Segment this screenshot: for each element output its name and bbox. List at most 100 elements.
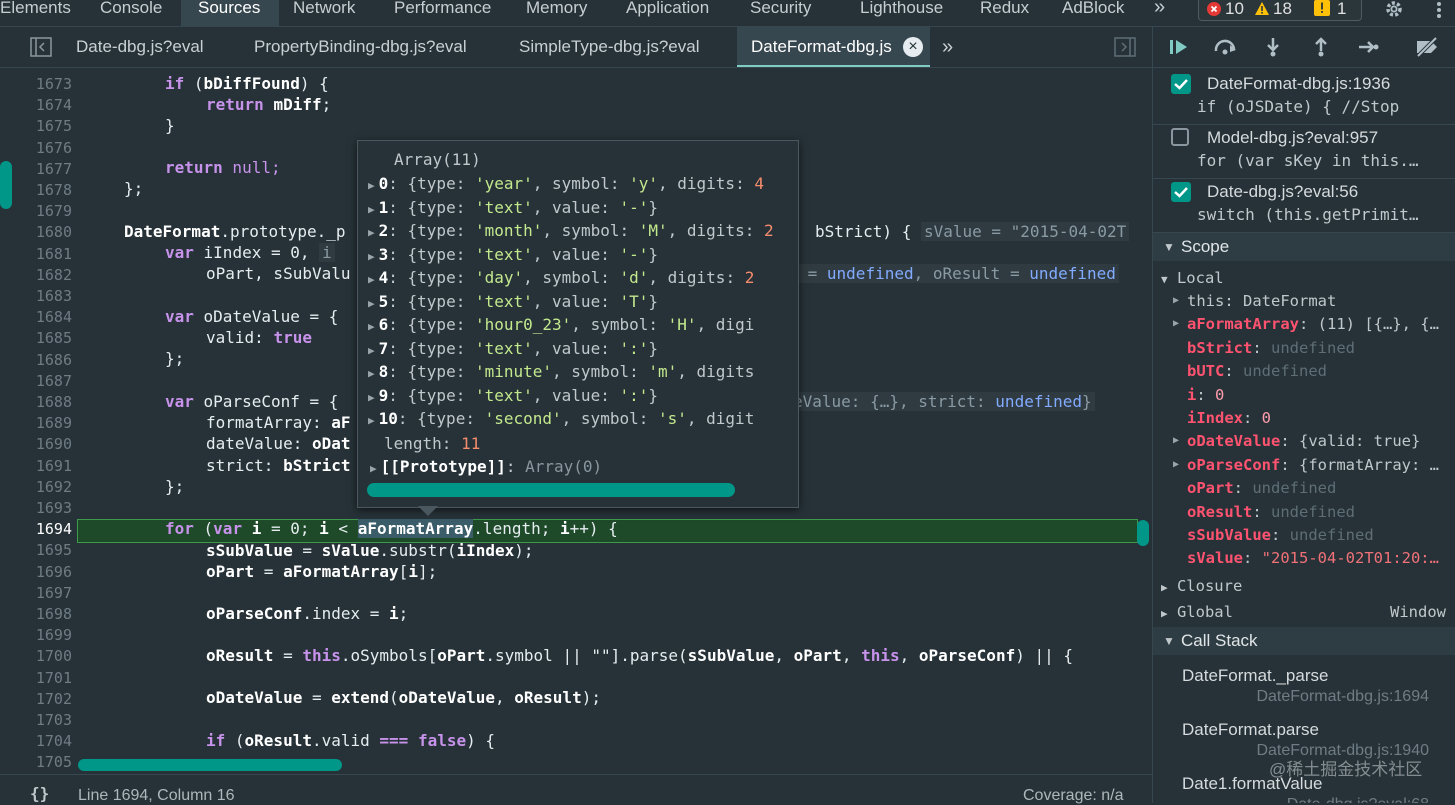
scope-variable-row[interactable]: ▶ oParseConf: {formatArray: …	[1173, 456, 1439, 474]
toggle-debugger-sidebar-icon[interactable]	[1114, 37, 1136, 62]
tab-elements[interactable]: Elements	[0, 0, 86, 26]
file-tab-propertybinding[interactable]: PropertyBinding-dbg.js?eval	[254, 27, 467, 67]
line-number[interactable]: 1691	[0, 457, 72, 475]
line-number[interactable]: 1681	[0, 245, 72, 263]
resume-icon[interactable]	[1169, 38, 1189, 61]
tab-lighthouse[interactable]: Lighthouse	[860, 0, 954, 26]
more-file-tabs-button[interactable]: »	[942, 27, 953, 67]
scope-local-header[interactable]: ▼ Local	[1161, 269, 1224, 287]
horizontal-scrollbar-thumb[interactable]	[78, 759, 342, 771]
scope-global-header[interactable]: ▶ Global	[1161, 603, 1233, 621]
callstack-section-header[interactable]: ▼ Call Stack	[1153, 627, 1455, 655]
tab-network[interactable]: Network	[293, 0, 373, 26]
line-number[interactable]: 1705	[0, 753, 72, 771]
line-number[interactable]: 1689	[0, 414, 72, 432]
line-number[interactable]: 1692	[0, 478, 72, 496]
array-entry-row[interactable]: ▶ 8: {type: 'minute', symbol: 'm', digits	[368, 362, 754, 381]
file-tab-date-dbg[interactable]: Date-dbg.js?eval	[76, 27, 204, 67]
pretty-print-braces-icon[interactable]: {}	[30, 784, 49, 803]
checkbox-checked-icon[interactable]	[1171, 74, 1191, 94]
file-tab-dateformat[interactable]: DateFormat-dbg.js ×	[737, 27, 930, 67]
array-entry-row[interactable]: ▶ 4: {type: 'day', symbol: 'd', digits: 2	[368, 268, 754, 287]
deactivate-breakpoints-icon[interactable]	[1413, 36, 1441, 62]
array-entry-row[interactable]: ▶ 2: {type: 'month', symbol: 'M', digits:…	[368, 221, 774, 240]
breakpoint-item[interactable]: Model-dbg.js?eval:957 for (var sKey in th…	[1153, 124, 1455, 179]
step-into-icon[interactable]	[1265, 37, 1281, 62]
more-tabs-button[interactable]: »	[1154, 0, 1172, 26]
scope-section-header[interactable]: ▼ Scope	[1153, 233, 1455, 261]
tab-redux[interactable]: Redux	[980, 0, 1032, 26]
line-number[interactable]: 1704	[0, 732, 72, 750]
scope-variable-row[interactable]: ▶ this: DateFormat	[1173, 292, 1336, 310]
line-number[interactable]: 1676	[0, 139, 72, 157]
line-number[interactable]: 1688	[0, 393, 72, 411]
array-entry-row[interactable]: ▶ 5: {type: 'text', value: 'T'}	[368, 292, 658, 311]
line-number[interactable]: 1699	[0, 626, 72, 644]
tab-sources[interactable]: Sources	[181, 0, 279, 26]
array-entry-row[interactable]: ▶ 0: {type: 'year', symbol: 'y', digits: …	[368, 174, 764, 193]
tab-security[interactable]: Security	[750, 0, 820, 26]
scope-variable-row[interactable]: i: 0	[1175, 386, 1224, 404]
scope-variable-row[interactable]: oPart: undefined	[1175, 479, 1336, 497]
settings-gear-icon[interactable]	[1383, 0, 1405, 25]
scope-variable-row[interactable]: oResult: undefined	[1175, 503, 1355, 521]
scope-variable-row[interactable]: bStrict: undefined	[1175, 339, 1355, 357]
vertical-scrollbar-thumb[interactable]	[1137, 520, 1149, 546]
scope-variable-row[interactable]: ▶ aFormatArray: (11) [{…}, {…	[1173, 315, 1439, 333]
array-entry-row[interactable]: ▶ 1: {type: 'text', value: '-'}	[368, 198, 658, 217]
prototype-row[interactable]: ▶ [[Prototype]]: Array(0)	[370, 457, 602, 476]
line-number[interactable]: 1686	[0, 351, 72, 369]
line-number[interactable]: 1694	[0, 520, 72, 538]
line-number[interactable]: 1683	[0, 287, 72, 305]
line-number[interactable]: 1698	[0, 605, 72, 623]
line-number[interactable]: 1684	[0, 308, 72, 326]
step-over-icon[interactable]	[1213, 39, 1239, 60]
line-number[interactable]: 1682	[0, 266, 72, 284]
more-options-icon[interactable]	[1430, 0, 1448, 20]
tab-performance[interactable]: Performance	[394, 0, 504, 26]
scope-variable-row[interactable]: ▶ oDateValue: {valid: true}	[1173, 432, 1420, 450]
line-number[interactable]: 1690	[0, 435, 72, 453]
step-out-icon[interactable]	[1313, 37, 1329, 62]
file-tab-simpletype[interactable]: SimpleType-dbg.js?eval	[519, 27, 699, 67]
callstack-frame[interactable]: DateFormat._parse DateFormat-dbg.js:1694	[1153, 663, 1455, 717]
breakpoint-item[interactable]: DateFormat-dbg.js:1936 if (oJSDate) { //S…	[1153, 70, 1455, 125]
array-entry-row[interactable]: ▶ 10: {type: 'second', symbol: 's', digit	[368, 409, 754, 428]
array-entry-row[interactable]: ▶ 6: {type: 'hour0_23', symbol: 'H', digi	[368, 315, 754, 334]
array-entry-row[interactable]: ▶ 3: {type: 'text', value: '-'}	[368, 245, 658, 264]
line-number[interactable]: 1701	[0, 669, 72, 687]
tab-adblock[interactable]: AdBlock	[1062, 0, 1132, 26]
issues-counter[interactable]: 10 18 1	[1198, 0, 1362, 21]
popover-scrollbar-thumb[interactable]	[367, 483, 735, 497]
close-tab-icon[interactable]: ×	[903, 37, 923, 57]
line-number[interactable]: 1696	[0, 563, 72, 581]
line-number[interactable]: 1685	[0, 329, 72, 347]
array-entry-row[interactable]: ▶ 7: {type: 'text', value: ':'}	[368, 339, 658, 358]
tab-console[interactable]: Console	[100, 0, 172, 26]
step-icon[interactable]	[1357, 39, 1379, 60]
line-number[interactable]: 1673	[0, 75, 72, 93]
line-number[interactable]: 1679	[0, 202, 72, 220]
line-number[interactable]: 1700	[0, 647, 72, 665]
scope-variable-row[interactable]: sValue: "2015-04-02T01:20:…	[1175, 549, 1439, 567]
scope-variable-row[interactable]: sSubValue: undefined	[1175, 526, 1374, 544]
tab-application[interactable]: Application	[626, 0, 724, 26]
toggle-navigator-icon[interactable]	[30, 37, 52, 62]
line-number[interactable]: 1687	[0, 372, 72, 390]
scope-closure-header[interactable]: ▶ Closure	[1161, 577, 1242, 595]
line-number[interactable]: 1675	[0, 117, 72, 135]
line-number[interactable]: 1677	[0, 160, 72, 178]
line-number[interactable]: 1697	[0, 584, 72, 602]
array-entry-row[interactable]: ▶ 9: {type: 'text', value: ':'}	[368, 386, 658, 405]
line-number[interactable]: 1703	[0, 711, 72, 729]
scope-variable-row[interactable]: iIndex: 0	[1175, 409, 1271, 427]
line-number[interactable]: 1693	[0, 499, 72, 517]
line-number[interactable]: 1678	[0, 181, 72, 199]
object-preview-popover[interactable]: Array(11) ▶ 0: {type: 'year', symbol: 'y'…	[357, 140, 799, 508]
line-number[interactable]: 1695	[0, 541, 72, 559]
line-number[interactable]: 1702	[0, 690, 72, 708]
checkbox-checked-icon[interactable]	[1171, 182, 1191, 202]
scope-variable-row[interactable]: bUTC: undefined	[1175, 362, 1327, 380]
checkbox-unchecked-icon[interactable]	[1171, 128, 1189, 146]
line-number[interactable]: 1674	[0, 96, 72, 114]
